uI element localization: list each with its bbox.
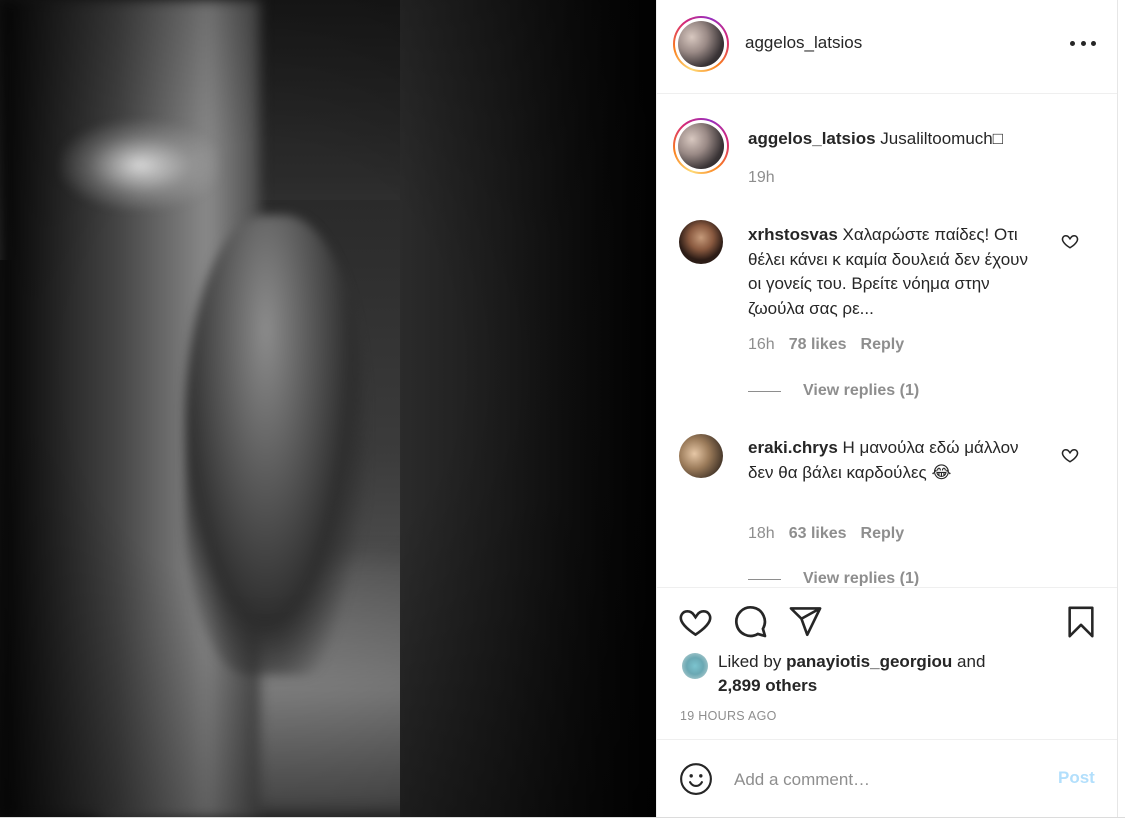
comment-time: 18h (748, 525, 775, 542)
comment-likes[interactable]: 78 likes (789, 336, 847, 354)
liked-by: Liked by panayiotis_georgiou and 2,899 o… (718, 650, 1048, 698)
comment-username[interactable]: xrhstosvas (748, 225, 838, 244)
comment-avatar[interactable] (679, 220, 723, 264)
heart-icon[interactable] (678, 604, 713, 639)
liked-by-and: and (957, 652, 986, 671)
replies-line (748, 578, 781, 580)
caption: aggelos_latsios Jusaliltoomuch□ (748, 127, 1078, 151)
caption-username[interactable]: aggelos_latsios (748, 129, 876, 148)
smiley-icon[interactable] (679, 762, 713, 796)
liked-by-user[interactable]: panayiotis_georgiou (786, 652, 952, 671)
post-photo[interactable] (0, 0, 656, 817)
photo-vignette (0, 0, 656, 817)
post-timestamp[interactable]: 19 HOURS AGO (680, 709, 777, 723)
author-avatar[interactable] (673, 16, 729, 72)
bottom-edge (0, 817, 1125, 825)
comment-bubble-icon[interactable] (732, 603, 768, 639)
comment-like-heart-icon[interactable] (1061, 232, 1079, 250)
input-divider (656, 739, 1117, 740)
replies-line (748, 390, 781, 392)
comment-like-heart-icon[interactable] (1061, 446, 1079, 464)
comment-username[interactable]: eraki.chrys (748, 438, 838, 457)
comment-meta: 16h 78 likes Reply (748, 336, 904, 354)
add-comment-input[interactable] (734, 766, 1034, 794)
more-options-icon[interactable] (1070, 34, 1096, 52)
comment-likes[interactable]: 63 likes (789, 525, 847, 543)
caption-avatar[interactable] (673, 118, 729, 174)
comment-reply-button[interactable]: Reply (861, 525, 905, 543)
comment-reply-button[interactable]: Reply (861, 336, 905, 354)
liker-avatar[interactable] (682, 653, 708, 679)
bookmark-icon[interactable] (1064, 604, 1098, 640)
caption-time: 19h (748, 169, 775, 186)
header-username[interactable]: aggelos_latsios (745, 33, 862, 53)
comment-meta: 18h 63 likes Reply (748, 525, 904, 543)
view-replies-label[interactable]: View replies (1) (803, 382, 919, 400)
liked-by-prefix: Liked by (718, 652, 782, 671)
comment: eraki.chrys Η μανούλα εδώ μάλλον δεν θα … (748, 436, 1038, 485)
view-replies-button[interactable]: View replies (1) (748, 382, 919, 400)
comment-avatar[interactable] (679, 434, 723, 478)
liked-by-others[interactable]: 2,899 others (718, 676, 817, 695)
comment-time: 16h (748, 336, 775, 353)
comment: xrhstosvas Χαλαρώστε παίδες! Οτι θέλει κ… (748, 223, 1038, 321)
view-replies-label[interactable]: View replies (1) (803, 570, 919, 586)
post-comment-button[interactable]: Post (1058, 768, 1095, 788)
page-scrollbar[interactable] (1117, 0, 1125, 825)
actions-divider (656, 587, 1117, 588)
paper-plane-icon[interactable] (788, 604, 823, 639)
caption-text: Jusaliltoomuch□ (880, 129, 1004, 148)
view-replies-button[interactable]: View replies (1) (748, 570, 919, 586)
comments-scroll-area[interactable]: aggelos_latsios Jusaliltoomuch□ 19h xrhs… (656, 94, 1117, 586)
